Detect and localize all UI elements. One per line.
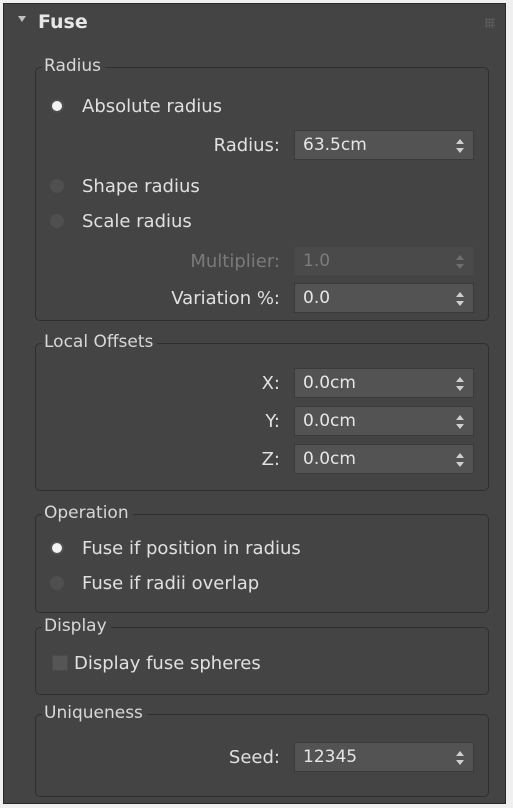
offset-y-row: Y: 0.0cm — [265, 406, 474, 436]
radius-spinner[interactable]: 63.5cm — [294, 130, 474, 160]
multiplier-field-row: Multiplier: 1.0 — [190, 246, 474, 276]
spinner-arrows-icon[interactable] — [456, 415, 464, 429]
radius-group: Radius Absolute radius Radius: 63.5cm Sh… — [35, 55, 489, 321]
rollout-header[interactable]: Fuse — [4, 4, 505, 40]
display-fuse-spheres-label: Display fuse spheres — [74, 652, 261, 674]
seed-spinner[interactable]: 12345 — [294, 742, 474, 772]
fuse-position-label: Fuse if position in radius — [82, 537, 301, 559]
display-group-title: Display — [42, 615, 111, 637]
seed-value[interactable]: 12345 — [303, 747, 357, 767]
spinner-arrows-icon — [456, 255, 464, 269]
spinner-arrows-icon[interactable] — [456, 377, 464, 391]
shape-radius-label: Shape radius — [82, 175, 200, 197]
operation-group-title: Operation — [42, 502, 133, 524]
fuse-position-radio[interactable] — [50, 541, 64, 555]
display-fuse-spheres-checkbox[interactable] — [52, 655, 68, 671]
offset-x-spinner[interactable]: 0.0cm — [294, 368, 474, 398]
multiplier-value: 1.0 — [303, 251, 331, 271]
radius-field-row: Radius: 63.5cm — [214, 130, 474, 160]
scale-radius-radio[interactable] — [50, 214, 64, 228]
spinner-arrows-icon[interactable] — [456, 751, 464, 765]
scale-radius-option[interactable]: Scale radius — [50, 208, 192, 234]
local-offsets-group-title: Local Offsets — [42, 331, 158, 353]
fuse-position-option[interactable]: Fuse if position in radius — [50, 535, 301, 561]
offset-z-label: Z: — [261, 448, 280, 470]
shape-radius-option[interactable]: Shape radius — [50, 173, 200, 199]
collapse-arrow-icon[interactable] — [18, 16, 26, 22]
display-group: Display Display fuse spheres — [35, 615, 489, 695]
fuse-overlap-label: Fuse if radii overlap — [82, 572, 260, 594]
rollout-title: Fuse — [38, 11, 88, 33]
offset-z-value[interactable]: 0.0cm — [303, 449, 356, 469]
display-fuse-spheres-option[interactable]: Display fuse spheres — [52, 650, 261, 676]
offset-y-spinner[interactable]: 0.0cm — [294, 406, 474, 436]
seed-label: Seed: — [228, 746, 280, 768]
fuse-overlap-radio[interactable] — [50, 576, 64, 590]
offset-z-spinner[interactable]: 0.0cm — [294, 444, 474, 474]
offset-z-row: Z: 0.0cm — [262, 444, 474, 474]
absolute-radius-radio[interactable] — [50, 99, 64, 113]
variation-field-row: Variation %: 0.0 — [171, 283, 474, 313]
radius-label: Radius: — [213, 134, 280, 156]
offset-x-row: X: 0.0cm — [262, 368, 474, 398]
radius-value[interactable]: 63.5cm — [303, 135, 367, 155]
fuse-rollout: Fuse Radius Absolute radius Radius: 63.5… — [3, 3, 506, 804]
offset-x-label: X: — [261, 372, 280, 394]
uniqueness-group: Uniqueness Seed: 12345 — [35, 702, 489, 797]
offset-x-value[interactable]: 0.0cm — [303, 373, 356, 393]
shape-radius-radio[interactable] — [50, 179, 64, 193]
variation-label: Variation %: — [171, 287, 280, 309]
operation-group: Operation Fuse if position in radius Fus… — [35, 502, 489, 613]
absolute-radius-label: Absolute radius — [82, 95, 223, 117]
local-offsets-group: Local Offsets X: 0.0cm Y: 0.0cm Z: 0.0cm — [35, 331, 489, 491]
variation-value[interactable]: 0.0 — [303, 288, 330, 308]
spinner-arrows-icon[interactable] — [456, 292, 464, 306]
absolute-radius-option[interactable]: Absolute radius — [50, 93, 222, 119]
scale-radius-label: Scale radius — [82, 210, 192, 232]
spinner-arrows-icon[interactable] — [456, 453, 464, 467]
seed-field-row: Seed: 12345 — [229, 742, 474, 772]
multiplier-spinner: 1.0 — [294, 246, 474, 276]
variation-spinner[interactable]: 0.0 — [294, 283, 474, 313]
fuse-overlap-option[interactable]: Fuse if radii overlap — [50, 570, 259, 596]
offset-y-value[interactable]: 0.0cm — [303, 411, 356, 431]
grip-icon[interactable] — [485, 18, 495, 28]
multiplier-label: Multiplier: — [190, 250, 280, 272]
offset-y-label: Y: — [265, 410, 280, 432]
uniqueness-group-title: Uniqueness — [42, 702, 147, 724]
radius-group-title: Radius — [42, 55, 106, 77]
spinner-arrows-icon[interactable] — [456, 139, 464, 153]
